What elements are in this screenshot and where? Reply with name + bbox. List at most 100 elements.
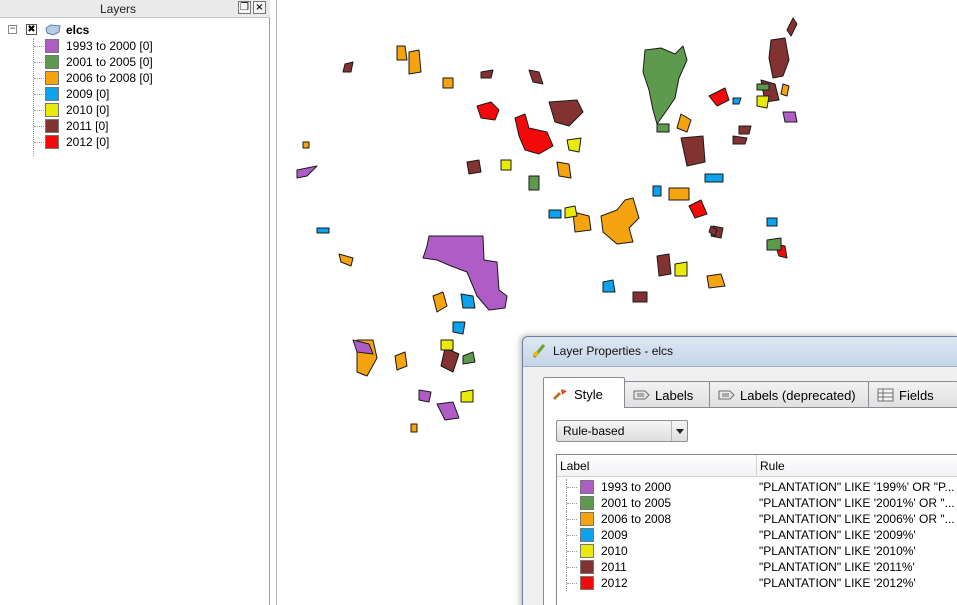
layer-row-elcs[interactable]: − ✖ elcs — [4, 22, 266, 38]
legend-color-swatch — [45, 103, 59, 117]
tree-branch-line — [566, 527, 578, 543]
rule-label: 2012 — [601, 576, 628, 590]
map-polygon — [476, 101, 500, 121]
chevron-down-icon[interactable] — [671, 421, 687, 441]
legend-item[interactable]: 2001 to 2005 [0] — [34, 54, 264, 70]
rule-label: 2001 to 2005 — [601, 496, 672, 510]
tree-branch-line — [34, 78, 44, 79]
rule-row[interactable]: 2001 to 2005 "PLANTATION" LIKE '2001%' OR… — [557, 495, 957, 511]
rule-label: 2009 — [601, 528, 628, 542]
rule-color-swatch — [580, 544, 594, 558]
legend-label: 2006 to 2008 [0] — [66, 71, 153, 85]
map-polygon — [676, 113, 692, 133]
tab-labels-deprecated[interactable]: Labels (deprecated) — [709, 381, 869, 407]
rule-row[interactable]: 2009 "PLANTATION" LIKE '2009%' — [557, 527, 957, 543]
legend-item[interactable]: 1993 to 2000 [0] — [34, 38, 264, 54]
renderer-type-select[interactable]: Rule-based — [556, 420, 688, 442]
rule-expression: "PLANTATION" LIKE '2012%' — [759, 576, 916, 590]
rule-expression: "PLANTATION" LIKE '2010%' — [759, 544, 916, 558]
tree-branch-line — [34, 142, 44, 143]
legend-color-swatch — [45, 119, 59, 133]
rule-expression: "PLANTATION" LIKE '2009%' — [759, 528, 916, 542]
rules-table[interactable]: Label Rule 1993 to 2000 "PLANTATION" LIKE… — [556, 454, 957, 605]
rule-color-swatch — [580, 576, 594, 590]
map-polygon — [342, 61, 354, 73]
tree-branch-line — [34, 62, 44, 63]
rule-expression: "PLANTATION" LIKE '199%' OR "P... — [759, 480, 955, 494]
rule-row[interactable]: 2012 "PLANTATION" LIKE '2012%' — [557, 575, 957, 591]
dialog-titlebar[interactable]: Layer Properties - elcs — [523, 337, 957, 367]
tree-branch-line — [566, 511, 578, 527]
map-polygon — [460, 389, 474, 403]
tab-bar: Style Labels Labels (deprecated) Fields — [543, 377, 957, 408]
rule-row[interactable]: 1993 to 2000 "PLANTATION" LIKE '199%' OR … — [557, 479, 957, 495]
map-polygon — [440, 339, 454, 351]
collapse-icon[interactable]: − — [8, 25, 17, 34]
map-polygon — [600, 197, 640, 245]
map-polygon — [708, 87, 730, 107]
dialog-title: Layer Properties - elcs — [553, 344, 674, 358]
tree-branch-line — [566, 543, 578, 559]
map-polygon — [548, 99, 584, 127]
rule-row[interactable]: 2010 "PLANTATION" LIKE '2010%' — [557, 543, 957, 559]
restore-icon[interactable]: ❐ — [238, 1, 251, 14]
map-polygon — [786, 17, 798, 37]
paintbrush-icon — [552, 389, 567, 401]
legend-item[interactable]: 2006 to 2008 [0] — [34, 70, 264, 86]
map-polygon — [338, 253, 354, 267]
map-polygon — [782, 111, 798, 123]
dialog-body: Style Labels Labels (deprecated) Fields … — [529, 367, 957, 605]
rule-color-swatch — [580, 480, 594, 494]
layer-name: elcs — [66, 23, 90, 37]
map-polygon — [656, 253, 672, 277]
tab-labels[interactable]: Labels — [624, 381, 710, 407]
style-tab-content: Rule-based Label Rule 1993 to 2000 "PLANT… — [543, 407, 957, 605]
legend-label: 2012 [0] — [66, 135, 110, 149]
tree-branch-line — [34, 46, 44, 47]
map-polygon — [440, 347, 460, 373]
map-polygon — [674, 261, 688, 277]
rule-row[interactable]: 2011 "PLANTATION" LIKE '2011%' — [557, 559, 957, 575]
rule-color-swatch — [580, 560, 594, 574]
map-polygon — [316, 227, 330, 234]
polygon-layer-icon — [45, 24, 61, 36]
rule-expression: "PLANTATION" LIKE '2001%' OR "... — [759, 496, 955, 510]
legend-color-swatch — [45, 39, 59, 53]
map-polygon — [732, 97, 742, 105]
legend-item[interactable]: 2011 [0] — [34, 118, 264, 134]
rule-label: 1993 to 2000 — [601, 480, 672, 494]
tab-labels-deprecated-label: Labels (deprecated) — [740, 388, 856, 403]
legend-label: 2001 to 2005 [0] — [66, 55, 153, 69]
tree-branch-line — [566, 575, 578, 591]
map-polygon — [460, 293, 476, 309]
close-icon[interactable]: × — [253, 1, 266, 14]
map-polygon — [408, 49, 422, 75]
map-polygon — [302, 141, 310, 149]
legend-color-swatch — [45, 87, 59, 101]
map-polygon — [432, 291, 448, 313]
tree-branch-line — [566, 479, 578, 495]
tab-style[interactable]: Style — [543, 377, 625, 408]
map-polygon — [436, 401, 460, 421]
rule-expression: "PLANTATION" LIKE '2006%' OR "... — [759, 512, 955, 526]
rule-row[interactable]: 2006 to 2008 "PLANTATION" LIKE '2006%' OR… — [557, 511, 957, 527]
map-polygon — [680, 135, 706, 167]
column-header-label[interactable]: Label — [557, 455, 757, 477]
map-polygon — [668, 187, 690, 201]
layer-visibility-checkbox[interactable]: ✖ — [26, 24, 37, 35]
legend-label: 2011 [0] — [66, 119, 109, 133]
legend-item[interactable]: 2012 [0] — [34, 134, 264, 150]
map-polygon — [766, 237, 782, 251]
legend-label: 2009 [0] — [66, 87, 110, 101]
layers-panel-title: Layers — [99, 2, 137, 16]
map-polygon — [410, 423, 418, 433]
tab-fields[interactable]: Fields — [868, 381, 957, 407]
legend-item[interactable]: 2009 [0] — [34, 86, 264, 102]
map-polygon — [768, 37, 790, 79]
legend-item[interactable]: 2010 [0] — [34, 102, 264, 118]
map-polygon — [418, 389, 432, 403]
qgis-icon — [532, 344, 546, 358]
rule-expression: "PLANTATION" LIKE '2011%' — [759, 560, 915, 574]
rule-label: 2010 — [601, 544, 628, 558]
column-header-rule[interactable]: Rule — [757, 455, 957, 477]
